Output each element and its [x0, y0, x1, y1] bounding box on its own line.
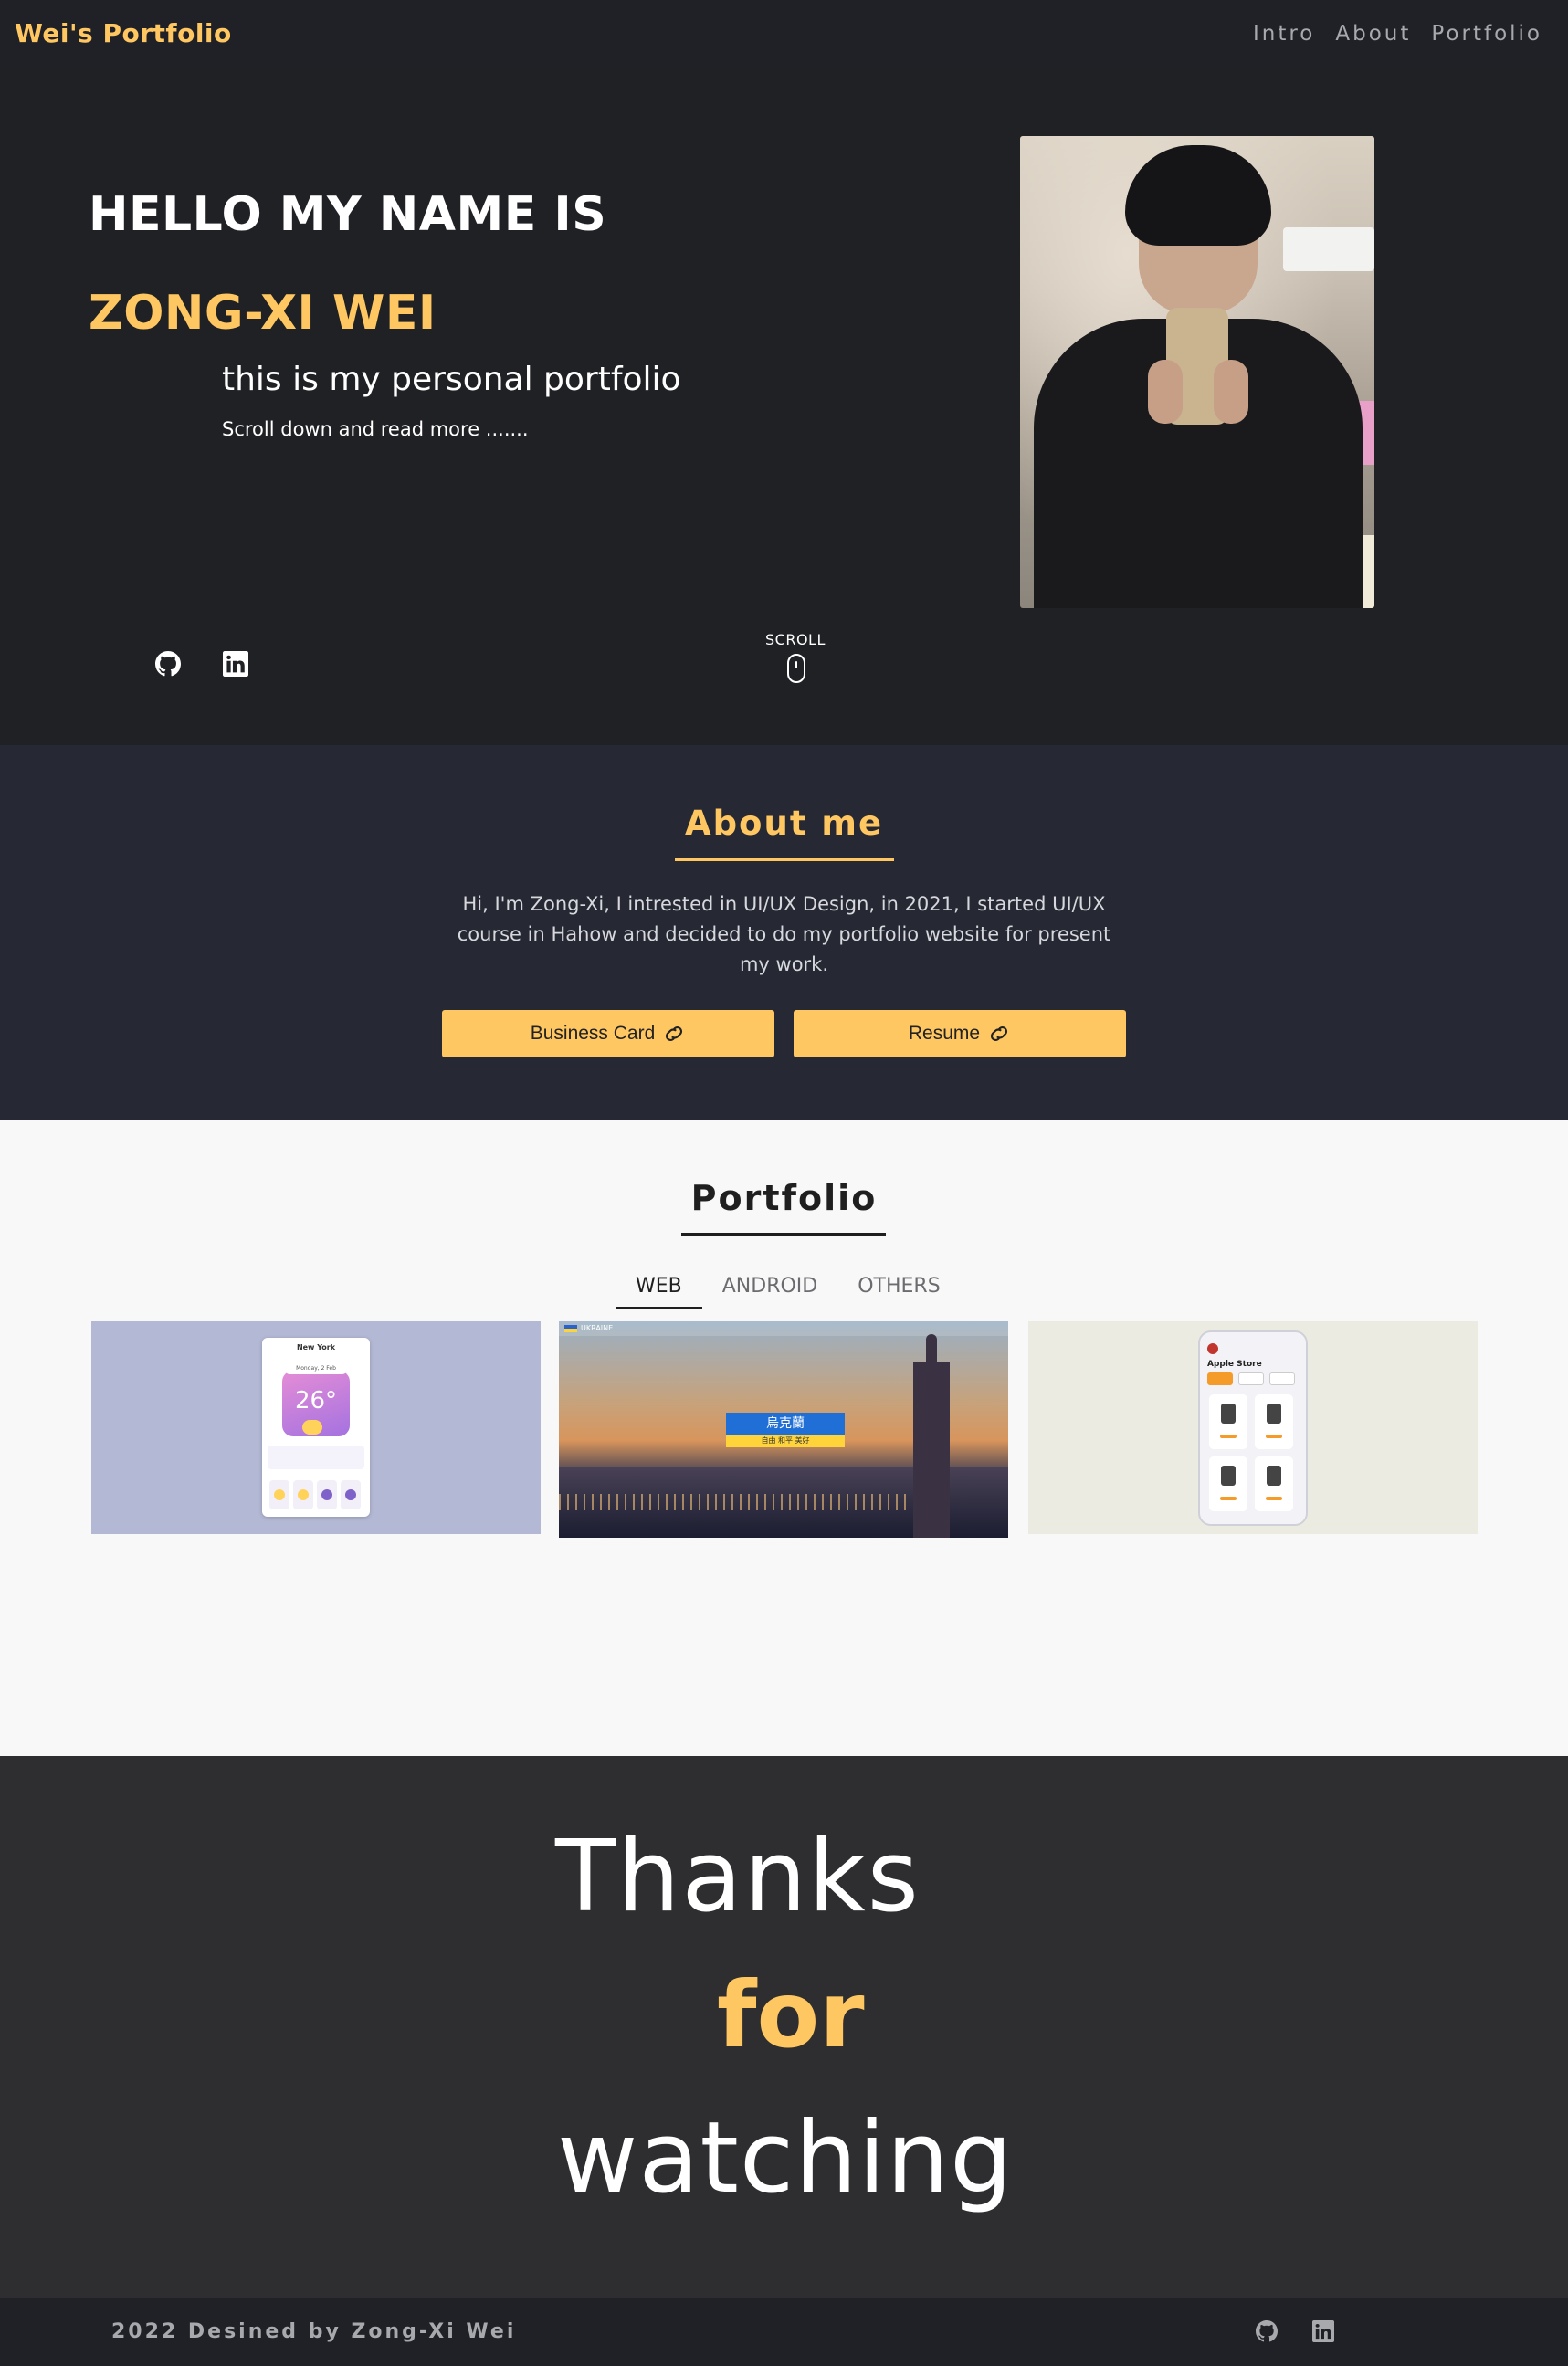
- hero-name: ZONG-XI WEI: [89, 286, 437, 341]
- ukraine-site-header: UKRAINE: [559, 1321, 1008, 1336]
- tab-others[interactable]: OTHERS: [837, 1269, 960, 1309]
- github-icon[interactable]: [155, 651, 181, 677]
- hero-greeting: HELLO MY NAME IS: [89, 187, 607, 242]
- nav-link-portfolio[interactable]: Portfolio: [1431, 22, 1542, 46]
- thanks-line-3: watching: [557, 2101, 1014, 2215]
- ukraine-headline: 烏克蘭: [726, 1413, 845, 1435]
- thanks-line-2: for: [717, 1961, 865, 2068]
- thanks-line-1: Thanks: [555, 1820, 921, 1934]
- sun-icon: [302, 1420, 322, 1435]
- nav-link-intro[interactable]: Intro: [1253, 22, 1315, 46]
- weather-date: Monday, 2 Feb: [285, 1365, 347, 1374]
- portfolio-title: Portfolio: [690, 1178, 878, 1218]
- resume-button[interactable]: Resume: [794, 1010, 1126, 1057]
- nav-link-about[interactable]: About: [1335, 22, 1411, 46]
- weather-city: New York: [296, 1343, 336, 1351]
- hero-section: HELLO MY NAME IS ZONG-XI WEI this is my …: [0, 67, 1568, 745]
- resume-label: Resume: [908, 1023, 981, 1044]
- portfolio-section: Portfolio WEB ANDROID OTHERS New York 26…: [0, 1120, 1568, 1756]
- business-card-label: Business Card: [530, 1023, 656, 1044]
- apple-store-preview: Apple Store: [1198, 1330, 1308, 1526]
- tab-android[interactable]: ANDROID: [702, 1269, 837, 1309]
- footer: 2022 Desined by Zong-Xi Wei: [0, 2298, 1568, 2366]
- weather-temp: 26°: [294, 1387, 338, 1414]
- hero-hint: Scroll down and read more .......: [222, 418, 529, 440]
- hero-tagline: this is my personal portfolio: [222, 361, 681, 398]
- footer-github-icon[interactable]: [1256, 2320, 1278, 2346]
- portfolio-card-ukraine[interactable]: UKRAINE 烏克蘭 自由 和平 美好: [559, 1321, 1008, 1538]
- link-icon: [991, 1026, 1008, 1041]
- footer-linkedin-icon[interactable]: [1312, 2320, 1334, 2346]
- about-title-underline: [675, 858, 894, 861]
- ukraine-subline: 自由 和平 美好: [726, 1435, 845, 1447]
- tab-web[interactable]: WEB: [616, 1269, 702, 1309]
- top-navbar: Wei's Portfolio Intro About Portfolio: [0, 0, 1568, 67]
- footer-credit: 2022 Desined by Zong-Xi Wei: [111, 2320, 517, 2343]
- business-card-button[interactable]: Business Card: [442, 1010, 774, 1057]
- bell-tower-image: [913, 1334, 950, 1538]
- about-title: About me: [684, 804, 884, 843]
- linkedin-icon[interactable]: [223, 651, 248, 677]
- scroll-label: SCROLL: [765, 631, 826, 648]
- portfolio-title-underline: [681, 1233, 886, 1236]
- profile-photo: [1020, 136, 1374, 608]
- nav-links: Intro About Portfolio: [1253, 22, 1542, 46]
- store-title: Apple Store: [1207, 1360, 1262, 1369]
- portfolio-card-apple-store[interactable]: Apple Store: [1028, 1321, 1478, 1534]
- ukraine-flag-icon: [564, 1325, 577, 1332]
- ukraine-banner: 烏克蘭 自由 和平 美好: [726, 1413, 845, 1453]
- about-text: Hi, I'm Zong-Xi, I intrested in UI/UX De…: [457, 893, 1111, 975]
- brand-logo[interactable]: Wei's Portfolio: [15, 18, 232, 48]
- weather-app-preview: New York 26° Monday, 2 Feb: [262, 1338, 370, 1517]
- ukraine-logo: UKRAINE: [581, 1324, 614, 1332]
- about-section: About me Hi, I'm Zong-Xi, I intrested in…: [0, 745, 1568, 1120]
- portfolio-tabs: WEB ANDROID OTHERS: [616, 1269, 961, 1309]
- mouse-scroll-icon[interactable]: [787, 654, 805, 683]
- portfolio-card-weather[interactable]: New York 26° Monday, 2 Feb: [91, 1321, 541, 1534]
- thanks-section: Thanks for watching: [0, 1756, 1568, 2298]
- store-logo-icon: [1207, 1343, 1218, 1354]
- link-icon: [666, 1026, 683, 1041]
